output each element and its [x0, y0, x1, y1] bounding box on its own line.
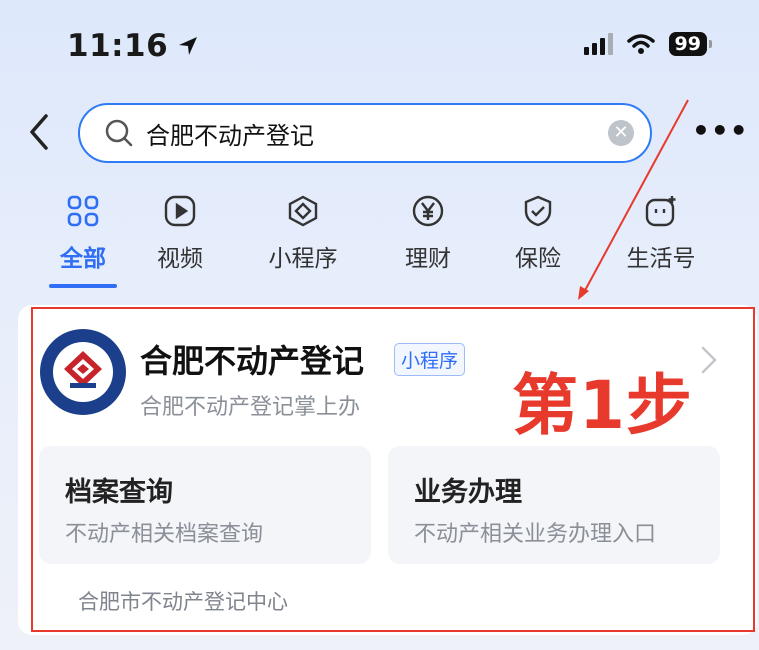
tab-label: 生活号 — [626, 246, 696, 272]
tab-all[interactable]: 全部 — [28, 193, 138, 273]
status-indicators: 99 — [583, 32, 713, 56]
tab-insurance[interactable]: 保险 — [483, 193, 593, 273]
life-account-icon — [645, 196, 676, 227]
back-button[interactable] — [24, 112, 64, 152]
play-icon — [164, 195, 196, 227]
tab-mini-program[interactable]: 小程序 — [248, 193, 358, 273]
tab-label: 理财 — [405, 246, 451, 272]
category-tabs: 全部 视频 小程序 理财 保险 生活号 — [0, 193, 759, 283]
tab-life-account[interactable]: 生活号 — [606, 193, 716, 273]
mini-program-icon — [288, 195, 318, 227]
more-options-icon[interactable]: ••• — [692, 114, 749, 147]
location-arrow-icon — [179, 37, 198, 55]
tab-label: 小程序 — [268, 246, 338, 272]
signal-icon — [583, 33, 613, 55]
yen-icon — [412, 195, 444, 227]
battery-indicator: 99 — [668, 32, 713, 56]
clear-icon[interactable]: ✕ — [608, 120, 634, 146]
wifi-icon — [626, 34, 655, 54]
tab-finance[interactable]: 理财 — [373, 193, 483, 273]
shield-check-icon — [524, 195, 552, 227]
tab-label: 视频 — [157, 246, 203, 272]
grid-icon — [67, 195, 99, 227]
search-box[interactable]: ✕ — [78, 103, 652, 163]
annotation-highlight-box — [31, 307, 755, 632]
tab-label: 全部 — [60, 246, 106, 272]
tab-video[interactable]: 视频 — [125, 193, 235, 273]
active-tab-indicator — [49, 284, 117, 288]
chevron-left-icon — [30, 114, 48, 150]
time-text: 11:16 — [67, 28, 169, 64]
search-input[interactable] — [144, 118, 588, 148]
tab-label: 保险 — [515, 246, 561, 272]
status-time: 11:16 — [67, 28, 200, 64]
search-icon — [105, 119, 133, 147]
